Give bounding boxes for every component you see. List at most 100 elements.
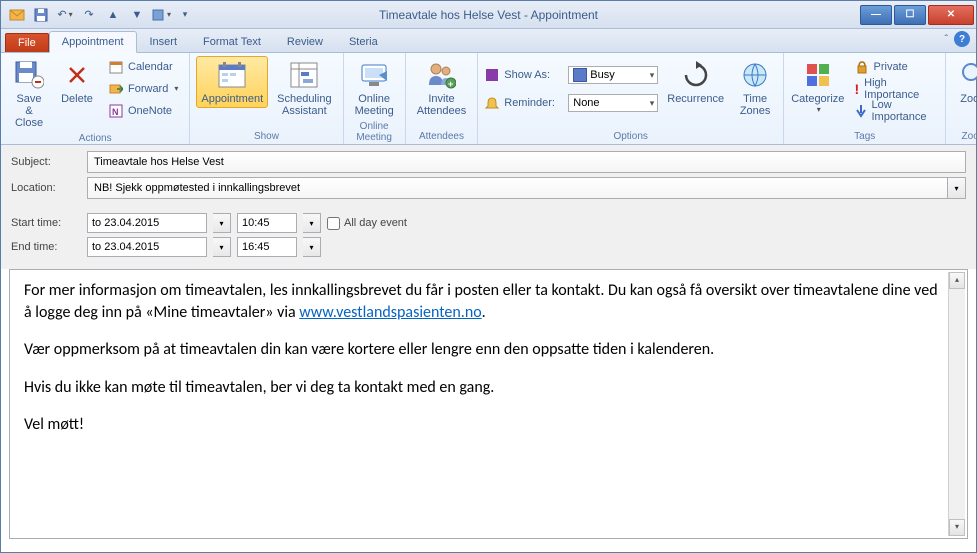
group-attendees: + Invite Attendees Attendees xyxy=(406,53,479,144)
calendar-icon xyxy=(108,59,124,75)
online-meeting-icon xyxy=(358,59,390,91)
zoom-icon xyxy=(958,59,977,91)
message-body[interactable]: For mer informasjon om timeavtalen, les … xyxy=(9,269,968,539)
group-actions: Save & Close Delete Calendar Forward▾ NO… xyxy=(1,53,190,144)
group-label-tags: Tags xyxy=(790,130,939,143)
end-time-input[interactable] xyxy=(237,237,297,257)
prev-item-icon[interactable]: ▲ xyxy=(103,5,123,25)
scheduling-button[interactable]: Scheduling Assistant xyxy=(272,56,336,120)
group-label-actions: Actions xyxy=(7,132,183,145)
group-label-zoom: Zoom xyxy=(952,130,977,143)
location-dropdown[interactable]: ▾ xyxy=(948,177,966,199)
busy-swatch-icon xyxy=(573,68,587,82)
low-importance-icon xyxy=(855,104,867,118)
time-zones-button[interactable]: Time Zones xyxy=(733,56,777,120)
save-close-icon xyxy=(13,59,45,91)
svg-text:+: + xyxy=(448,79,453,89)
onenote-icon: N xyxy=(108,103,124,119)
scheduling-icon xyxy=(288,59,320,91)
forward-icon xyxy=(108,81,124,97)
categorize-button[interactable]: Categorize▾ xyxy=(790,56,845,117)
save-icon[interactable] xyxy=(31,5,51,25)
reminder-label: Reminder: xyxy=(504,97,564,109)
start-time-picker[interactable]: ▾ xyxy=(303,213,321,233)
show-as-icon xyxy=(484,67,500,83)
body-link[interactable]: www.vestlandspasienten.no xyxy=(299,303,481,322)
tab-review[interactable]: Review xyxy=(274,31,336,52)
next-item-icon[interactable]: ▼ xyxy=(127,5,147,25)
window-controls: — ☐ ✕ xyxy=(860,5,976,25)
appointment-icon xyxy=(216,59,248,91)
maximize-button[interactable]: ☐ xyxy=(894,5,926,25)
qat-more-icon[interactable]: ▾ xyxy=(151,5,171,25)
group-label-attendees: Attendees xyxy=(412,130,472,143)
tab-format-text[interactable]: Format Text xyxy=(190,31,274,52)
tab-appointment[interactable]: Appointment xyxy=(49,31,137,53)
redo-icon[interactable]: ↷ xyxy=(79,5,99,25)
start-time-input[interactable] xyxy=(237,213,297,233)
invite-attendees-button[interactable]: + Invite Attendees xyxy=(412,56,472,120)
delete-button[interactable]: Delete xyxy=(55,56,99,108)
all-day-checkbox[interactable]: All day event xyxy=(327,217,407,230)
start-time-label: Start time: xyxy=(11,217,81,229)
body-scrollbar[interactable]: ▴ ▾ xyxy=(948,272,965,536)
end-date-input[interactable] xyxy=(87,237,207,257)
ribbon: Save & Close Delete Calendar Forward▾ NO… xyxy=(1,53,976,145)
group-show: Appointment Scheduling Assistant Show xyxy=(190,53,343,144)
low-importance-button[interactable]: Low Importance xyxy=(850,100,940,121)
close-button[interactable]: ✕ xyxy=(928,5,974,25)
delete-icon xyxy=(61,59,93,91)
group-options: Show As: Busy Reminder: None Recurrence … xyxy=(478,53,784,144)
time-fields: Start time: ▾ ▾ All day event End time: … xyxy=(1,209,976,269)
save-close-button[interactable]: Save & Close xyxy=(7,56,51,132)
start-date-picker[interactable]: ▾ xyxy=(213,213,231,233)
tab-insert[interactable]: Insert xyxy=(137,31,191,52)
group-zoom: Zoom Zoom xyxy=(946,53,977,144)
minimize-ribbon-icon[interactable]: ˆ xyxy=(945,34,948,45)
categorize-icon xyxy=(802,59,834,91)
lock-icon xyxy=(855,60,869,74)
group-online-meeting: Online Meeting Online Meeting xyxy=(344,53,406,144)
location-label: Location: xyxy=(11,182,81,194)
end-time-picker[interactable]: ▾ xyxy=(303,237,321,257)
reminder-select[interactable]: None xyxy=(568,94,658,112)
group-label-show: Show xyxy=(196,130,336,143)
help-icon[interactable]: ? xyxy=(954,31,970,47)
high-importance-icon: ! xyxy=(855,81,860,97)
tab-steria[interactable]: Steria xyxy=(336,31,391,52)
forward-button[interactable]: Forward▾ xyxy=(103,78,183,99)
onenote-button[interactable]: NOneNote xyxy=(103,100,183,121)
qat-customize-icon[interactable]: ▾ xyxy=(175,5,195,25)
outlook-icon[interactable] xyxy=(7,5,27,25)
appointment-view-button[interactable]: Appointment xyxy=(196,56,268,108)
location-input[interactable] xyxy=(87,177,948,199)
attendees-icon: + xyxy=(425,59,457,91)
scroll-down-icon[interactable]: ▾ xyxy=(949,519,965,536)
end-time-label: End time: xyxy=(11,241,81,253)
group-label-online: Online Meeting xyxy=(350,120,399,144)
scroll-up-icon[interactable]: ▴ xyxy=(949,272,965,289)
end-date-picker[interactable]: ▾ xyxy=(213,237,231,257)
zoom-button[interactable]: Zoom xyxy=(952,56,977,108)
minimize-button[interactable]: — xyxy=(860,5,892,25)
start-date-input[interactable] xyxy=(87,213,207,233)
calendar-button[interactable]: Calendar xyxy=(103,56,183,77)
subject-label: Subject: xyxy=(11,156,81,168)
window-title: Timeavtale hos Helse Vest - Appointment xyxy=(379,8,598,22)
header-fields: Subject: Location: ▾ xyxy=(1,145,976,209)
high-importance-button[interactable]: !High Importance xyxy=(850,78,940,99)
time-zones-icon xyxy=(739,59,771,91)
undo-icon[interactable]: ↶▾ xyxy=(55,5,75,25)
show-as-label: Show As: xyxy=(504,69,564,81)
tab-file[interactable]: File xyxy=(5,33,49,52)
title-bar: ↶▾ ↷ ▲ ▼ ▾ ▾ Timeavtale hos Helse Vest -… xyxy=(1,1,976,29)
recurrence-icon xyxy=(680,59,712,91)
subject-input[interactable] xyxy=(87,151,966,173)
ribbon-tabs: File Appointment Insert Format Text Revi… xyxy=(1,29,976,53)
online-meeting-button[interactable]: Online Meeting xyxy=(350,56,399,120)
show-as-select[interactable]: Busy xyxy=(568,66,658,84)
recurrence-button[interactable]: Recurrence xyxy=(662,56,729,108)
group-label-options: Options xyxy=(484,130,777,143)
private-button[interactable]: Private xyxy=(850,56,940,77)
group-tags: Categorize▾ Private !High Importance Low… xyxy=(784,53,946,144)
